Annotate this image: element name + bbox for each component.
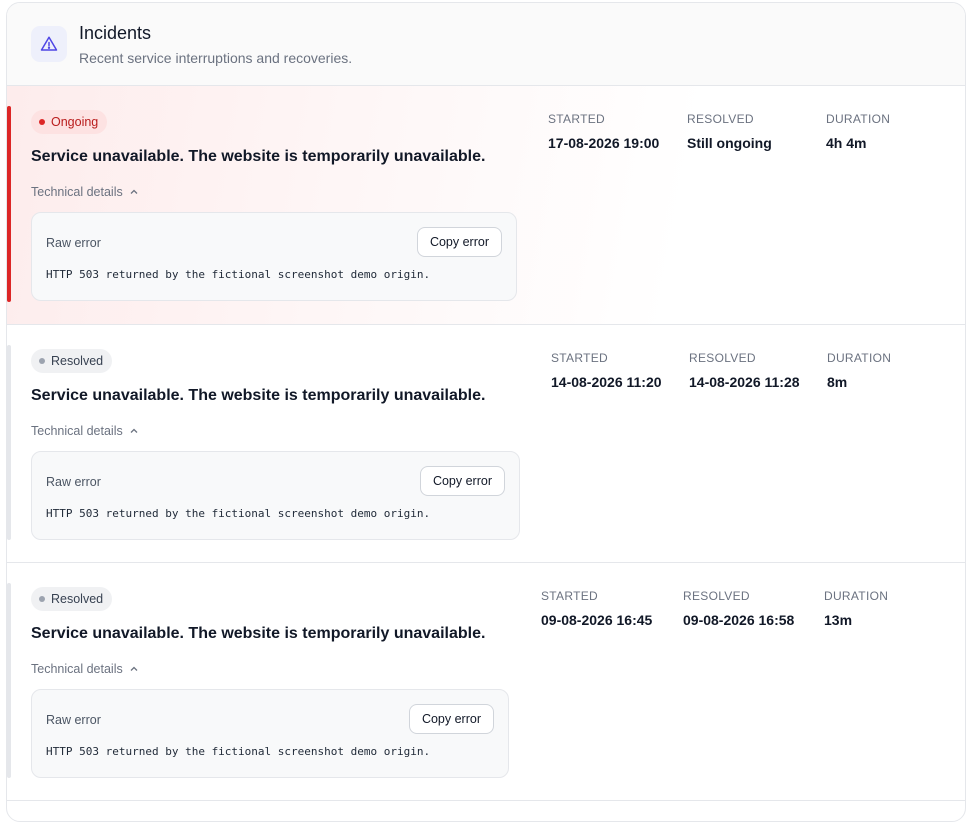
raw-error-label: Raw error [46,713,101,727]
resolved-value: 09-08-2026 16:58 [683,612,795,628]
page-title: Incidents [79,23,152,43]
incident-title: Service unavailable. The website is temp… [31,387,486,404]
incident-title: Service unavailable. The website is temp… [31,148,486,165]
duration-label: DURATION [827,351,892,365]
duration-label: DURATION [826,112,891,126]
duration-value: 4h 4m [826,135,867,151]
started-field: STARTED 09-08-2026 16:45 [541,589,652,628]
started-field: STARTED 14-08-2026 11:20 [551,351,662,390]
technical-details-toggle[interactable]: Technical details [31,662,139,676]
raw-error-label: Raw error [46,475,101,489]
chevron-up-icon [130,666,138,671]
started-label: STARTED [548,112,605,126]
duration-value: 13m [824,612,853,628]
chevron-up-icon [130,189,138,194]
copy-error-button[interactable]: Copy error [408,704,494,734]
incident-title: Service unavailable. The website is temp… [31,625,486,642]
incident-card: Resolved Service unavailable. The websit… [7,563,965,801]
duration-label: DURATION [824,589,889,603]
duration-value: 8m [827,374,848,390]
technical-details-label: Technical details [31,185,123,199]
status-badge: Resolved [31,587,113,611]
started-label: STARTED [541,589,598,603]
technical-details-toggle[interactable]: Technical details [31,424,139,438]
status-accent-bar [7,106,11,302]
technical-details-label: Technical details [31,424,123,438]
chevron-up-icon [130,428,138,433]
page-subtitle: Recent service interruptions and recover… [79,50,353,66]
status-accent-bar [7,345,11,540]
raw-error-box: Raw error Copy error HTTP 503 returned b… [31,212,517,301]
technical-details-toggle[interactable]: Technical details [31,185,139,199]
status-label: Resolved [51,592,104,606]
copy-error-button[interactable]: Copy error [416,227,502,257]
incident-card: Ongoing Service unavailable. The website… [7,86,965,325]
started-value: 17-08-2026 19:00 [548,135,660,151]
copy-error-button[interactable]: Copy error [419,466,505,496]
resolved-label: RESOLVED [689,351,756,365]
duration-field: DURATION 13m [824,589,888,628]
status-badge: Ongoing [31,110,108,134]
warning-triangle-icon [31,26,67,62]
incident-card: Resolved Service unavailable. The websit… [7,325,965,563]
resolved-label: RESOLVED [687,112,754,126]
resolved-value: Still ongoing [687,135,772,151]
status-dot [39,358,45,364]
resolved-field: RESOLVED Still ongoing [687,112,772,151]
resolved-field: RESOLVED 14-08-2026 11:28 [689,351,800,390]
resolved-value: 14-08-2026 11:28 [689,374,800,390]
resolved-field: RESOLVED 09-08-2026 16:58 [683,589,794,628]
status-accent-bar [7,583,11,778]
incidents-panel: Incidents Recent service interruptions a… [6,2,966,822]
raw-error-label: Raw error [46,236,101,250]
duration-field: DURATION 4h 4m [826,112,890,151]
duration-field: DURATION 8m [827,351,891,390]
started-value: 14-08-2026 11:20 [551,374,662,390]
technical-details-label: Technical details [31,662,123,676]
status-dot [39,596,45,602]
raw-error-text: HTTP 503 returned by the fictional scree… [46,745,431,758]
raw-error-text: HTTP 503 returned by the fictional scree… [46,268,431,281]
panel-header: Incidents Recent service interruptions a… [7,3,965,86]
status-dot [39,119,45,125]
status-label: Ongoing [51,115,99,129]
resolved-label: RESOLVED [683,589,750,603]
raw-error-box: Raw error Copy error HTTP 503 returned b… [31,451,520,540]
started-field: STARTED 17-08-2026 19:00 [548,112,659,151]
raw-error-box: Raw error Copy error HTTP 503 returned b… [31,689,509,778]
status-badge: Resolved [31,349,113,373]
started-label: STARTED [551,351,608,365]
raw-error-text: HTTP 503 returned by the fictional scree… [46,507,431,520]
status-label: Resolved [51,354,104,368]
started-value: 09-08-2026 16:45 [541,612,653,628]
